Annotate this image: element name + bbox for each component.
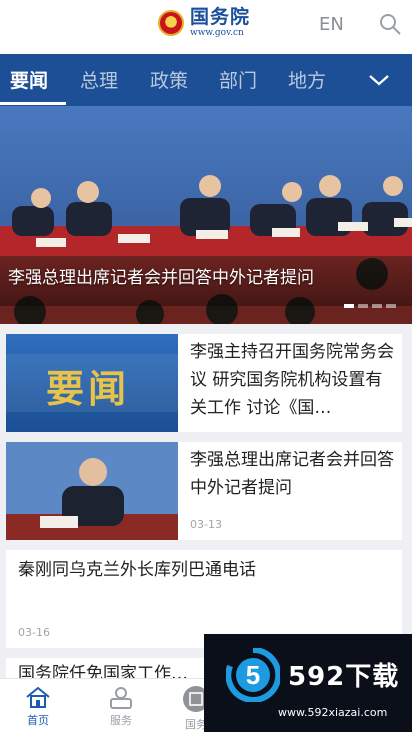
- tab-premier[interactable]: 总理: [80, 66, 118, 93]
- watermark-logo: 5: [226, 648, 280, 702]
- watermark-text: 592下载: [288, 662, 400, 692]
- news-thumbnail: 要闻: [6, 334, 178, 432]
- national-emblem-icon: [158, 10, 184, 36]
- home-icon: [26, 686, 50, 708]
- english-toggle-button[interactable]: EN: [319, 14, 344, 35]
- news-title[interactable]: 李强主持召开国务院常务会议 研究国务院机构设置有关工作 讨论《国…: [190, 338, 396, 422]
- carousel-indicator: [344, 304, 396, 308]
- news-date: 03-16: [18, 626, 50, 639]
- chevron-down-icon[interactable]: [366, 70, 392, 90]
- tab-departments[interactable]: 部门: [219, 66, 257, 93]
- nav-service-label: 服务: [110, 714, 132, 727]
- nav-service[interactable]: 服务: [91, 685, 151, 728]
- watermark-url: www.592xiazai.com: [278, 706, 388, 719]
- banner-caption[interactable]: 李强总理出席记者会并回答中外记者提问: [8, 263, 314, 288]
- news-date: 03-13: [190, 518, 222, 531]
- news-card[interactable]: 李强总理出席记者会并回答中外记者提问 03-13: [6, 442, 402, 540]
- search-icon[interactable]: [378, 12, 402, 36]
- carousel-dot: [358, 304, 368, 308]
- logo-url: www.gov.cn: [190, 28, 244, 38]
- gov-logo[interactable]: 国务院 www.gov.cn: [158, 8, 250, 38]
- news-title[interactable]: 秦刚同乌克兰外长库列巴通电话: [18, 556, 390, 584]
- news-title[interactable]: 李强总理出席记者会并回答中外记者提问: [190, 446, 396, 502]
- carousel-dot: [344, 304, 354, 308]
- tab-policy[interactable]: 政策: [150, 66, 188, 93]
- nav-home-label: 首页: [27, 714, 49, 727]
- site-watermark: 5 592下载 www.592xiazai.com: [204, 634, 412, 732]
- carousel-dot: [372, 304, 382, 308]
- channel-tab-bar: 要闻 总理 政策 部门 地方: [0, 54, 412, 106]
- top-header: 国务院 www.gov.cn EN: [0, 0, 412, 54]
- headline-carousel[interactable]: 李强总理出席记者会并回答中外记者提问: [0, 106, 412, 324]
- news-thumbnail: [6, 442, 178, 540]
- watermark-mark: 5: [246, 660, 260, 690]
- active-tab-indicator: [0, 102, 66, 105]
- tab-headlines[interactable]: 要闻: [10, 66, 48, 93]
- logo-title: 国务院: [190, 6, 251, 28]
- carousel-dot: [386, 304, 396, 308]
- thumbnail-headline-text: 要闻: [46, 367, 131, 411]
- user-service-icon: [110, 687, 132, 709]
- news-card[interactable]: 要闻 李强主持召开国务院常务会议 研究国务院机构设置有关工作 讨论《国…: [6, 334, 402, 432]
- tab-local[interactable]: 地方: [288, 66, 326, 93]
- nav-home[interactable]: 首页: [8, 685, 68, 728]
